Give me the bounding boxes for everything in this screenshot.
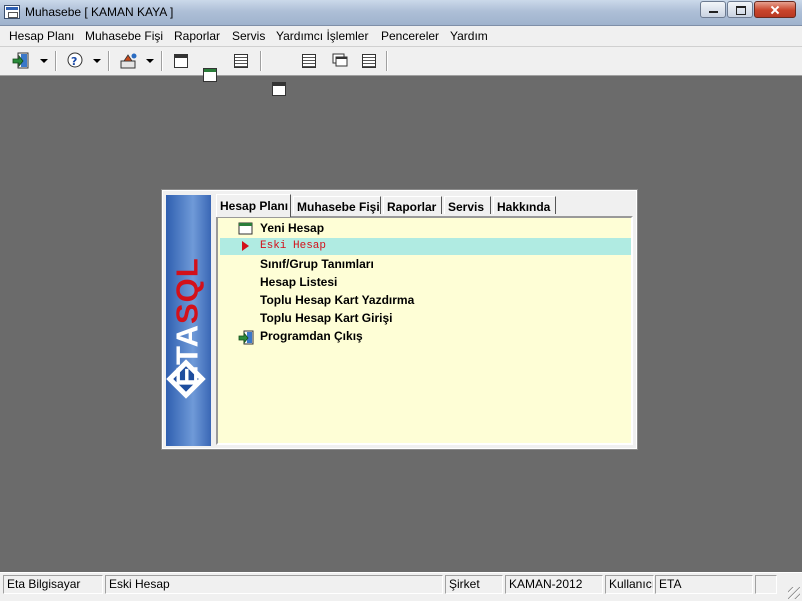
new-window-icon [238,222,253,235]
tab-raporlar[interactable]: Raporlar [383,196,442,214]
menu-muhasebe-fisi[interactable]: Muhasebe Fişi [85,29,163,43]
menu-pencereler[interactable]: Pencereler [381,29,439,43]
svg-text:?: ? [71,55,77,68]
menu-item-label: Hesap Listesi [260,275,338,289]
print-list-icon[interactable] [302,54,316,68]
menu-item-sinif-grup-tanimlari[interactable]: Sınıf/Grup Tanımları [220,256,631,273]
toolbar-separator [260,51,262,71]
status-company-label: Şirket [445,575,503,594]
etasql-banner: ETASQL [166,195,211,446]
toolbar-separator [55,51,57,71]
tool-icon[interactable] [119,52,139,70]
grid-icon[interactable] [362,54,376,68]
status-extra-panel [755,575,777,594]
close-button[interactable] [754,1,796,18]
window-controls [699,1,796,18]
exit-icon[interactable] [12,52,32,70]
window-icon[interactable] [174,54,188,68]
status-bar: Eta Bilgisayar Eski Hesap Şirket KAMAN-2… [0,572,802,601]
status-current-item: Eski Hesap [105,575,443,594]
menu-item-label: Programdan Çıkış [260,329,363,343]
menu-item-eski-hesap[interactable]: Eski Hesap [220,238,631,255]
etasql-logo: ETASQL [170,230,208,415]
maximize-button[interactable] [727,1,753,18]
title-bar[interactable]: Muhasebe [ KAMAN KAYA ] [0,0,802,26]
menu-hesap-plani[interactable]: Hesap Planı [9,29,74,43]
status-computer: Eta Bilgisayar [3,575,103,594]
help-dropdown-arrow-icon[interactable] [93,59,101,63]
menu-item-programdan-cikis[interactable]: Programdan Çıkış [220,328,631,345]
tab-hakkinda[interactable]: Hakkında [493,196,556,214]
menu-item-label: Toplu Hesap Kart Girişi [260,311,393,325]
arrow-right-icon [242,241,249,251]
menu-item-toplu-hesap-kart-girisi[interactable]: Toplu Hesap Kart Girişi [220,310,631,327]
menu-item-toplu-hesap-kart-yazdirma[interactable]: Toplu Hesap Kart Yazdırma [220,292,631,309]
print-icon[interactable] [272,82,286,96]
tab-servis[interactable]: Servis [444,196,491,214]
tab-muhasebe-fisi[interactable]: Muhasebe Fişi [293,196,381,214]
menu-raporlar[interactable]: Raporlar [174,29,220,43]
menu-item-label: Yeni Hesap [260,221,325,235]
tab-hesap-plani[interactable]: Hesap Planı [216,194,291,217]
tool-dropdown-arrow-icon[interactable] [146,59,154,63]
cascade-icon[interactable] [332,53,350,71]
app-icon[interactable] [4,5,20,19]
menu-item-yeni-hesap[interactable]: Yeni Hesap [220,220,631,237]
status-company-value: KAMAN-2012 [505,575,603,594]
toolbar-separator [386,51,388,71]
resize-grip-icon[interactable] [788,587,800,599]
menu-yardim[interactable]: Yardım [450,29,488,43]
window-title: Muhasebe [ KAMAN KAYA ] [25,5,174,19]
logo-text-eta: ETA [169,324,205,387]
main-menu-dialog: ETASQL Hesap Planı Muhasebe Fişi Raporla… [161,189,638,450]
menu-panel: Yeni Hesap Eski Hesap Sınıf/Grup Tanımla… [216,216,633,445]
toolbar-separator [108,51,110,71]
minimize-button[interactable] [700,1,726,18]
help-icon[interactable]: ? [66,52,84,70]
menu-item-hesap-listesi[interactable]: Hesap Listesi [220,274,631,291]
menu-bar: Hesap Planı Muhasebe Fişi Raporlar Servi… [0,26,802,47]
window-icon[interactable] [203,68,217,82]
menu-yardimci-islemler[interactable]: Yardımcı İşlemler [276,29,368,43]
status-user-value: ETA [655,575,753,594]
exit-icon [238,330,254,345]
menu-servis[interactable]: Servis [232,29,265,43]
logo-text-sql: SQL [169,257,205,325]
menu-item-label: Eski Hesap [260,240,327,252]
window-list-icon[interactable] [234,54,248,68]
status-user-label: Kullanıcı [605,575,654,594]
toolbar: ? [0,47,802,96]
menu-item-label: Sınıf/Grup Tanımları [260,257,374,271]
exit-dropdown-arrow-icon[interactable] [40,59,48,63]
menu-item-label: Toplu Hesap Kart Yazdırma [260,293,415,307]
toolbar-separator [161,51,163,71]
